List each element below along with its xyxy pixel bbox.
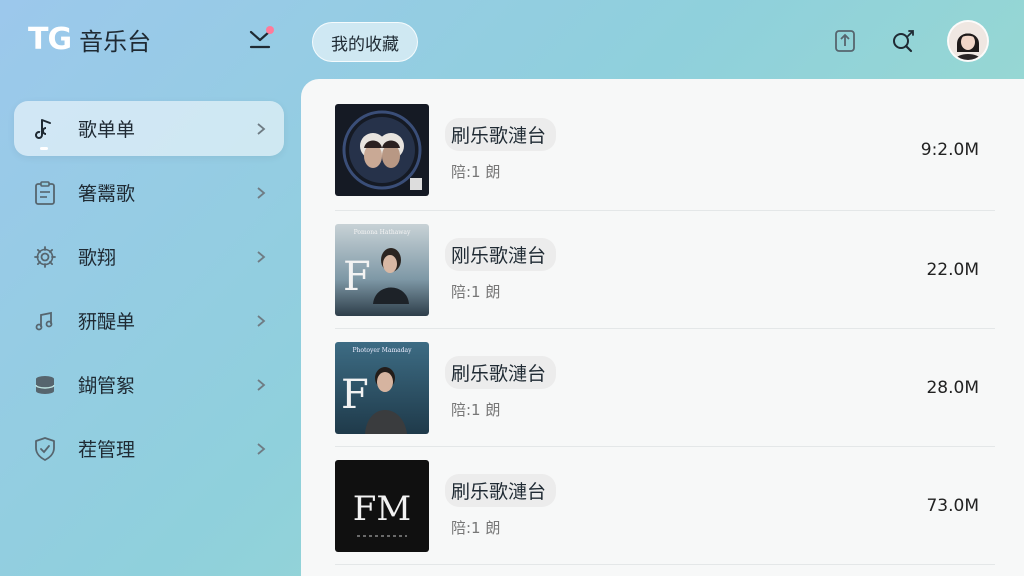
cover-text: Pomona Hathaway (354, 229, 411, 236)
gear-icon (32, 244, 58, 270)
sidebar-item-my-playlist[interactable]: 豜醍单 (14, 293, 284, 348)
item-subtitle: 陪:1 朗 (451, 283, 501, 301)
database-icon (32, 372, 58, 398)
playlist-note-icon (32, 308, 58, 334)
item-info: 刚乐歌漣台 陪:1 朗 (445, 238, 926, 302)
app-logo: TG 音乐台 (28, 22, 151, 57)
item-subtitle: 陪:1 朗 (451, 519, 501, 537)
row-divider (335, 564, 995, 565)
svg-text:F: F (343, 254, 371, 300)
sidebar-item-label: 鍸管絮 (78, 375, 136, 397)
item-info: 刷乐歌漣台 陪:1 朗 (445, 356, 926, 420)
item-size: 73.0M (926, 496, 979, 516)
album-cover: Pomona Hathaway F (335, 224, 429, 316)
item-size: 28.0M (926, 378, 979, 398)
sidebar-item-label: 歌翔 (78, 247, 117, 269)
search-button[interactable] (888, 26, 918, 56)
list-item[interactable]: Photoyer Mamaday F 刷乐歌漣台 陪:1 朗 28.0M (335, 329, 995, 447)
avatar[interactable] (947, 20, 989, 62)
item-title: 刷乐歌漣台 (445, 474, 557, 507)
user-avatar-image (949, 22, 987, 60)
sidebar-item-label: 豜醍单 (78, 311, 136, 333)
tab-favorites[interactable]: 我的收藏 (312, 22, 418, 62)
sidebar-item-label: 茬管理 (78, 439, 136, 461)
logo-mark: TG (28, 22, 72, 57)
chevron-right-icon (254, 122, 268, 136)
search-icon (893, 30, 914, 53)
list-item[interactable]: 刷乐歌漣台 陪:1 朗 9:2.0M (335, 91, 995, 209)
list-item[interactable]: Pomona Hathaway F 刚乐歌漣台 陪:1 朗 22.0M (335, 211, 995, 329)
cover-text: FM (353, 489, 411, 529)
album-cover: Photoyer Mamaday F (335, 342, 429, 434)
sidebar-item-admin[interactable]: 茬管理 (14, 421, 284, 476)
list-item[interactable]: FM 刷乐歌漣台 陪:1 朗 73.0M (335, 447, 995, 565)
shield-icon (32, 436, 58, 462)
upload-icon (835, 30, 855, 52)
chevron-right-icon (254, 186, 268, 200)
chevron-right-icon (254, 442, 268, 456)
item-title: 刷乐歌漣台 (445, 118, 557, 151)
item-size: 9:2.0M (920, 140, 979, 160)
svg-text:F: F (341, 372, 369, 418)
album-cover (335, 104, 429, 196)
item-info: 刷乐歌漣台 陪:1 朗 (445, 474, 926, 538)
notification-dot (266, 26, 274, 34)
cover-text: Photoyer Mamaday (352, 347, 412, 354)
sidebar-item-playlist[interactable]: 歌单单 (14, 101, 284, 156)
sidebar-nav: 歌单单 箸鬻歌 歌翔 豜醍单 鍸管絮 茬管理 (14, 101, 284, 485)
item-subtitle: 陪:1 朗 (451, 401, 501, 419)
item-subtitle: 陪:1 朗 (451, 163, 501, 181)
item-title: 刚乐歌漣台 (445, 238, 557, 271)
download-button[interactable] (246, 26, 274, 54)
item-title: 刷乐歌漣台 (445, 356, 557, 389)
logo-text: 音乐台 (79, 28, 152, 56)
chevron-right-icon (254, 250, 268, 264)
clipboard-icon (32, 180, 58, 206)
sidebar-item-storage[interactable]: 鍸管絮 (14, 357, 284, 412)
item-size: 22.0M (926, 260, 979, 280)
item-info: 刷乐歌漣台 陪:1 朗 (445, 118, 921, 182)
sidebar-item-label: 歌单单 (78, 119, 136, 141)
music-note-icon (32, 116, 58, 142)
sidebar-item-recent[interactable]: 箸鬻歌 (14, 165, 284, 220)
sidebar-item-label: 箸鬻歌 (78, 183, 136, 205)
favorites-list-panel: 刷乐歌漣台 陪:1 朗 9:2.0M Pomona Hathaway F 刚乐歌… (301, 79, 1024, 576)
chevron-right-icon (254, 314, 268, 328)
album-cover: FM (335, 460, 429, 552)
chevron-right-icon (254, 378, 268, 392)
upload-button[interactable] (830, 26, 860, 56)
active-indicator (40, 147, 48, 150)
sidebar-item-settings[interactable]: 歌翔 (14, 229, 284, 284)
